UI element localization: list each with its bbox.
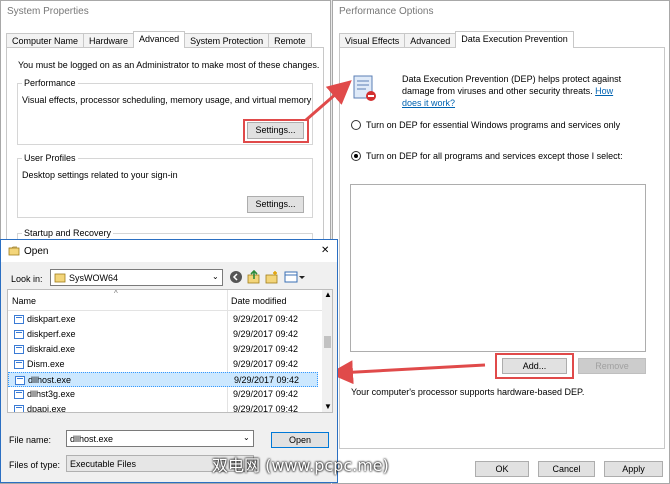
file-date: 9/29/2017 09:42	[234, 375, 300, 385]
file-name-input[interactable]: dllhost.exe ⌄	[66, 430, 254, 447]
column-header-date[interactable]: Date modified	[231, 296, 287, 306]
file-date: 9/29/2017 09:42	[233, 359, 299, 369]
file-row-selected[interactable]: dllhost.exe 9/29/2017 09:42	[8, 372, 318, 387]
open-dialog: Open ✕ Look in: SysWOW64 ⌄ Name ^ Date m…	[0, 239, 338, 483]
open-button[interactable]: Open	[271, 432, 329, 448]
look-in-select[interactable]: SysWOW64 ⌄	[50, 269, 223, 286]
chevron-down-icon[interactable]: ⌄	[243, 433, 250, 442]
back-icon[interactable]	[229, 270, 243, 284]
look-in-value: SysWOW64	[69, 273, 119, 283]
file-name: Dism.exe	[27, 359, 65, 369]
file-row[interactable]: diskperf.exe 9/29/2017 09:42	[8, 327, 318, 342]
file-date: 9/29/2017 09:42	[233, 404, 299, 413]
file-name-input-value: dllhost.exe	[70, 434, 114, 444]
scroll-thumb[interactable]	[324, 336, 331, 348]
open-dialog-title: Open	[24, 246, 49, 257]
close-icon[interactable]: ✕	[321, 245, 329, 256]
up-folder-icon[interactable]	[247, 270, 261, 284]
file-name: dllhst3g.exe	[27, 389, 76, 399]
file-row[interactable]: diskpart.exe 9/29/2017 09:42	[8, 312, 318, 327]
files-of-type-label: Files of type:	[9, 460, 61, 470]
file-date: 9/29/2017 09:42	[233, 389, 299, 399]
exe-file-icon	[14, 405, 24, 412]
files-of-type-value: Executable Files	[70, 459, 137, 469]
vertical-scrollbar[interactable]: ▲ ▼	[322, 290, 332, 412]
view-menu-icon[interactable]	[284, 270, 306, 284]
chevron-down-icon: ⌄	[212, 272, 219, 281]
column-header-name[interactable]: Name	[12, 296, 36, 306]
tab-dep[interactable]: Data Execution Prevention	[455, 31, 574, 48]
watermark: 双电网 (www.pcpc.me)	[212, 456, 389, 475]
new-folder-icon[interactable]	[265, 270, 279, 284]
file-name-label: File name:	[9, 435, 52, 445]
file-name: dpapi.exe	[27, 404, 67, 413]
exe-file-icon	[14, 345, 24, 354]
file-name: diskraid.exe	[27, 344, 76, 354]
file-list: Name ^ Date modified diskpart.exe 9/29/2…	[7, 289, 333, 413]
file-name: diskperf.exe	[27, 329, 76, 339]
file-name: diskpart.exe	[27, 314, 76, 324]
file-row[interactable]: dllhst3g.exe 9/29/2017 09:42	[8, 387, 318, 402]
file-name: dllhost.exe	[28, 375, 72, 385]
look-in-label: Look in:	[11, 274, 43, 284]
file-date: 9/29/2017 09:42	[233, 329, 299, 339]
exe-file-icon	[14, 315, 24, 324]
header-divider	[8, 310, 326, 311]
exe-file-icon	[14, 390, 24, 399]
exe-file-icon	[15, 376, 25, 385]
tab-advanced[interactable]: Advanced	[133, 31, 186, 48]
file-row[interactable]: Dism.exe 9/29/2017 09:42	[8, 357, 318, 372]
file-date: 9/29/2017 09:42	[233, 344, 299, 354]
sort-indicator-icon: ^	[114, 289, 118, 298]
file-date: 9/29/2017 09:42	[233, 314, 299, 324]
open-folder-icon	[8, 246, 20, 256]
file-row[interactable]: diskraid.exe 9/29/2017 09:42	[8, 342, 318, 357]
exe-file-icon	[14, 330, 24, 339]
folder-icon	[54, 273, 66, 283]
open-dialog-titlebar: Open ✕	[1, 240, 337, 262]
scroll-up-icon[interactable]: ▲	[324, 290, 332, 299]
file-row[interactable]: dpapi.exe 9/29/2017 09:42	[8, 402, 318, 413]
exe-file-icon	[14, 360, 24, 369]
scroll-down-icon[interactable]: ▼	[324, 402, 332, 411]
